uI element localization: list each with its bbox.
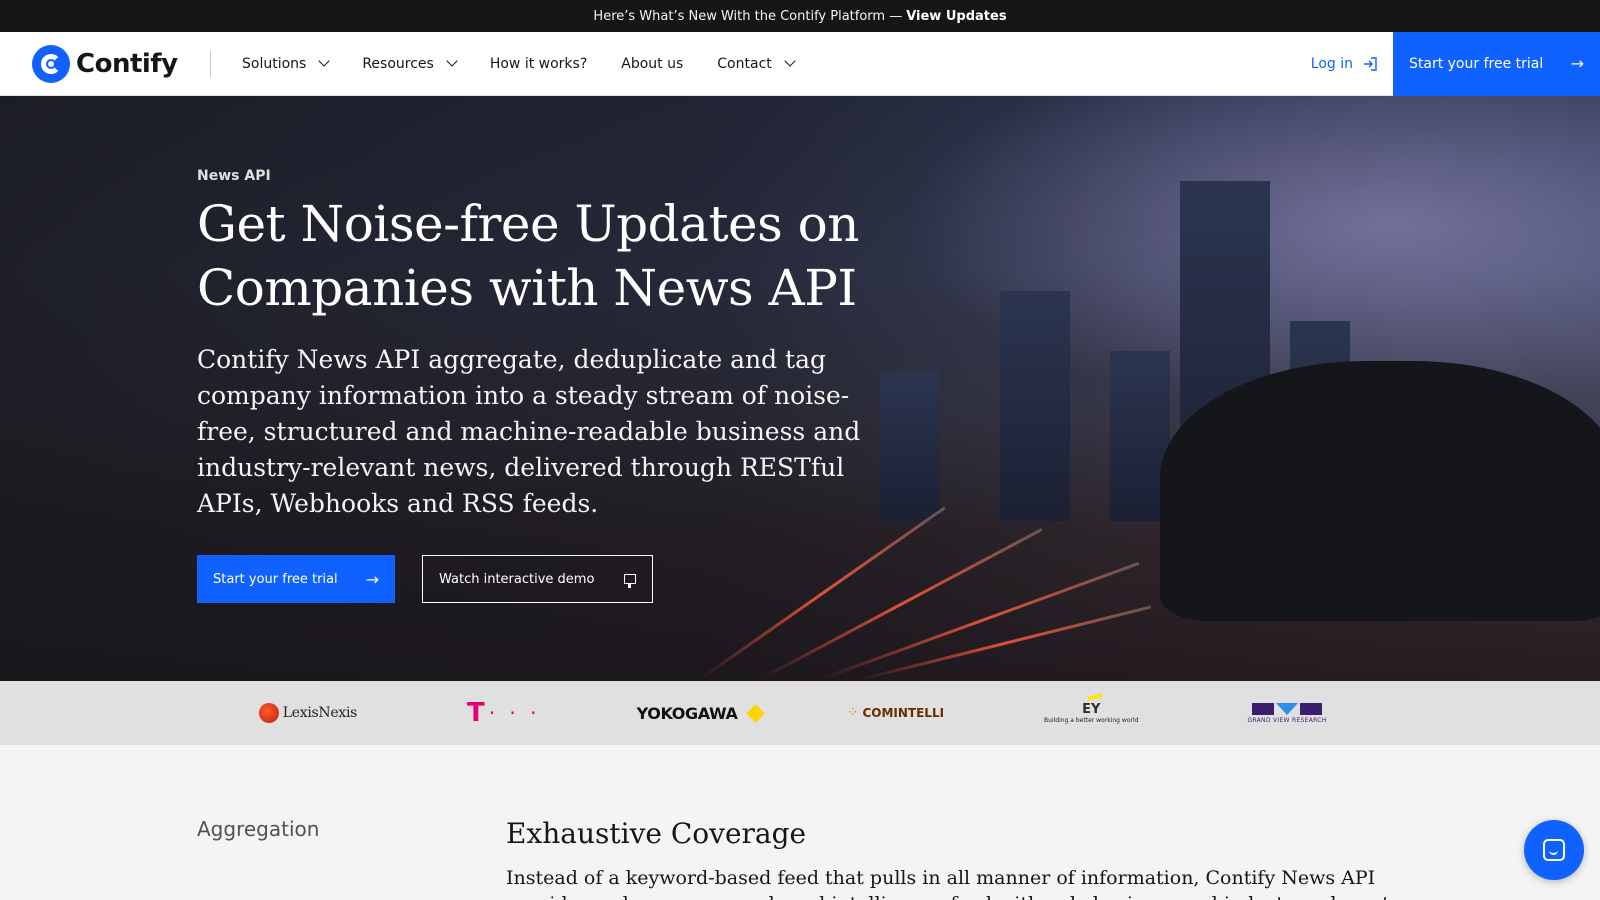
watch-demo-label: Watch interactive demo bbox=[439, 571, 595, 587]
hero-eyebrow: News API bbox=[197, 168, 271, 184]
nav-free-trial-button[interactable]: Start your free trial → bbox=[1393, 31, 1600, 96]
contify-logo-icon bbox=[32, 44, 70, 83]
gvr-mark-icon bbox=[1252, 702, 1323, 715]
yokogawa-name: YOKOGAWA bbox=[636, 703, 738, 723]
main-nav: Contify Solutions Resources How it works… bbox=[0, 31, 1600, 96]
yokogawa-logo: YOKOGAWA bbox=[635, 693, 766, 733]
client-logos-strip: LexisNexis T · · · YOKOGAWA ⁘ COMINTELLI… bbox=[0, 681, 1600, 745]
lexisnexis-mark-icon bbox=[258, 703, 279, 723]
hero-title: Get Noise-free Updates on Companies with… bbox=[197, 195, 860, 317]
ey-logo: EY Building a better working world bbox=[1026, 693, 1156, 733]
start-free-trial-button[interactable]: Start your free trial → bbox=[197, 555, 395, 603]
announcement-bar: Here’s What’s New With the Contify Platf… bbox=[0, 0, 1600, 32]
watch-demo-button[interactable]: Watch interactive demo bbox=[422, 555, 653, 603]
presentation-icon bbox=[624, 574, 636, 588]
arrow-right-icon: → bbox=[1570, 54, 1584, 73]
tmobile-logo: T · · · bbox=[439, 693, 569, 733]
nav-item-solutions[interactable]: Solutions bbox=[225, 32, 345, 96]
chat-widget-button[interactable] bbox=[1524, 820, 1584, 880]
login-icon bbox=[1364, 56, 1377, 71]
nav-divider bbox=[210, 50, 211, 77]
tmobile-dots: · · · bbox=[488, 701, 541, 725]
brand-name: Contify bbox=[76, 48, 178, 79]
comintelli-mark-icon: ⁘ bbox=[846, 705, 859, 721]
start-free-trial-label: Start your free trial bbox=[213, 571, 338, 587]
yokogawa-diamond-icon bbox=[746, 703, 766, 723]
nav-item-about-us[interactable]: About us bbox=[604, 32, 700, 96]
grand-view-research-logo: GRAND VIEW RESEARCH bbox=[1222, 693, 1352, 733]
hero-background-building bbox=[1000, 291, 1070, 521]
section-title: Exhaustive Coverage bbox=[506, 817, 807, 850]
nav-actions: Log in Start your free trial → bbox=[1295, 31, 1600, 96]
nav-item-how-it-works[interactable]: How it works? bbox=[473, 32, 604, 96]
ey-tagline: Building a better working world bbox=[1044, 717, 1139, 724]
announcement-text: Here’s What’s New With the Contify Platf… bbox=[593, 8, 903, 24]
hero-background-light-trail bbox=[859, 605, 1152, 681]
section-label: Aggregation bbox=[197, 817, 320, 841]
comintelli-name: COMINTELLI bbox=[862, 706, 945, 720]
aggregation-section: Aggregation Exhaustive Coverage Instead … bbox=[0, 745, 1600, 900]
nav-item-label: Solutions bbox=[242, 55, 307, 72]
nav-item-label: Contact bbox=[717, 55, 772, 72]
gvr-name: GRAND VIEW RESEARCH bbox=[1247, 716, 1327, 724]
view-updates-link[interactable]: View Updates bbox=[906, 9, 1006, 24]
chevron-down-icon bbox=[318, 55, 330, 67]
brand-logo[interactable]: Contify bbox=[0, 44, 210, 83]
nav-item-label: About us bbox=[621, 55, 684, 72]
hero-cta-row: Start your free trial → Watch interactiv… bbox=[197, 555, 927, 603]
hero-background-trees bbox=[1160, 361, 1600, 621]
chevron-down-icon bbox=[784, 55, 796, 67]
hero-description: Contify News API aggregate, deduplicate … bbox=[197, 345, 861, 518]
tmobile-mark: T bbox=[466, 698, 485, 728]
section-body: Instead of a keyword-based feed that pul… bbox=[506, 867, 1390, 900]
nav-menu: Solutions Resources How it works? About … bbox=[225, 32, 811, 96]
arrow-right-icon: → bbox=[365, 569, 379, 589]
hero-section: News API Get Noise-free Updates on Compa… bbox=[0, 96, 1600, 681]
chevron-down-icon bbox=[446, 55, 458, 67]
login-link[interactable]: Log in bbox=[1295, 56, 1393, 72]
comintelli-logo: ⁘ COMINTELLI bbox=[830, 693, 960, 733]
hero-content: News API Get Noise-free Updates on Compa… bbox=[197, 168, 927, 603]
nav-item-label: Resources bbox=[362, 55, 434, 72]
lexisnexis-logo: LexisNexis bbox=[243, 693, 373, 733]
login-label: Log in bbox=[1310, 55, 1353, 72]
lexisnexis-name: LexisNexis bbox=[282, 705, 358, 721]
nav-item-label: How it works? bbox=[489, 55, 588, 72]
nav-item-contact[interactable]: Contact bbox=[700, 32, 810, 96]
nav-item-resources[interactable]: Resources bbox=[345, 32, 473, 96]
chat-icon bbox=[1543, 839, 1565, 861]
ey-mark: EY bbox=[1082, 702, 1101, 717]
nav-free-trial-label: Start your free trial bbox=[1409, 55, 1544, 72]
